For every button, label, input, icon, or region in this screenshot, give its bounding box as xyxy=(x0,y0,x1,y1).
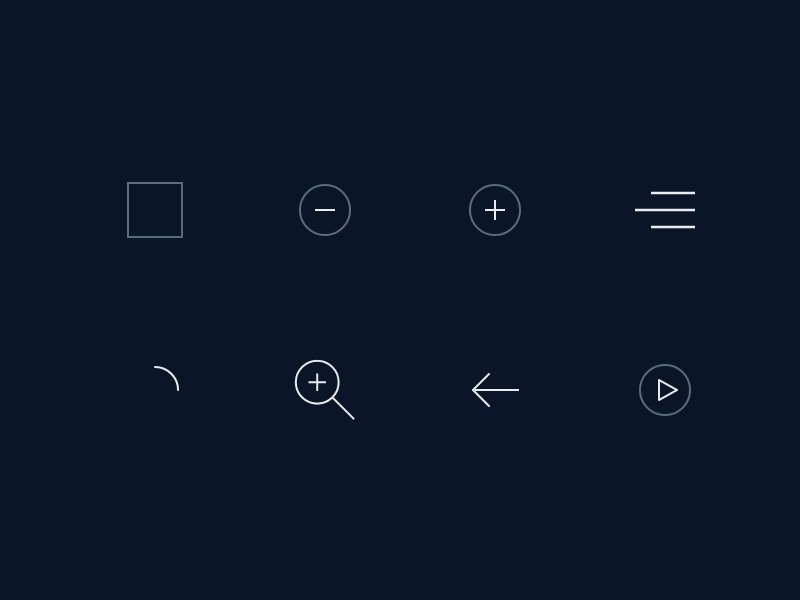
play-circle-icon[interactable] xyxy=(630,355,700,425)
loading-arc-icon xyxy=(120,355,190,425)
menu-align-right-icon[interactable] xyxy=(630,175,700,245)
zoom-in-icon[interactable] xyxy=(290,355,360,425)
plus-circle-icon[interactable] xyxy=(460,175,530,245)
icon-grid xyxy=(120,175,680,425)
arrow-left-icon[interactable] xyxy=(460,355,530,425)
minus-circle-icon[interactable] xyxy=(290,175,360,245)
square-icon xyxy=(120,175,190,245)
